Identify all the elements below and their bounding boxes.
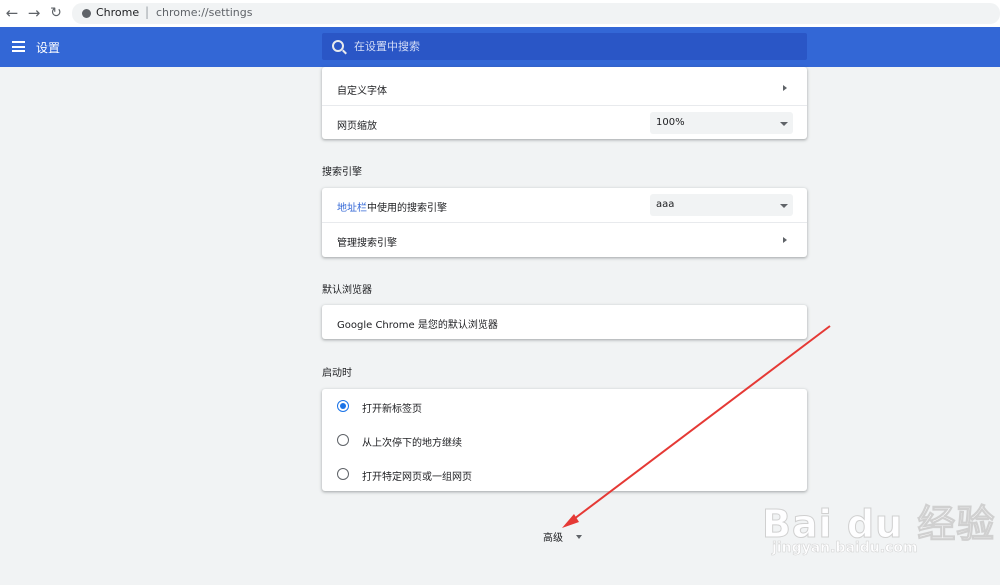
back-arrow-icon[interactable]: ← <box>3 4 21 22</box>
url-separator: | <box>145 5 150 19</box>
startup-option-continue[interactable]: 从上次停下的地方继续 <box>322 423 807 457</box>
address-bar[interactable]: Chrome | chrome://settings <box>72 3 1000 24</box>
dropdown-caret-icon <box>780 122 788 126</box>
appearance-card: 自定义字体 网页缩放 100% <box>322 67 807 139</box>
custom-fonts-label: 自定义字体 <box>337 86 387 97</box>
startup-option-specific-pages[interactable]: 打开特定网页或一组网页 <box>322 457 807 491</box>
page-zoom-row: 网页缩放 100% <box>322 105 807 140</box>
reload-icon[interactable]: ↻ <box>47 4 65 22</box>
default-browser-card: Google Chrome 是您的默认浏览器 <box>322 305 807 339</box>
manage-search-engines-row[interactable]: 管理搜索引擎 <box>322 222 807 258</box>
radio-unchecked-icon[interactable] <box>337 434 349 446</box>
browser-toolbar: ← → ↻ Chrome | chrome://settings <box>0 0 1000 28</box>
address-bar-link[interactable]: 地址栏 <box>337 203 367 214</box>
hamburger-menu-icon[interactable] <box>12 41 25 52</box>
expand-caret-icon[interactable] <box>576 535 582 539</box>
site-label: Chrome <box>96 6 140 19</box>
dropdown-caret-icon <box>780 204 788 208</box>
settings-header: 设置 <box>0 27 1000 67</box>
search-engine-card: 地址栏中使用的搜索引擎 aaa 管理搜索引擎 <box>322 188 807 257</box>
custom-fonts-row[interactable]: 自定义字体 <box>322 70 807 106</box>
search-input[interactable] <box>354 37 794 55</box>
manage-search-engines-label: 管理搜索引擎 <box>337 238 397 249</box>
search-engine-label-text: 中使用的搜索引擎 <box>367 203 447 214</box>
default-browser-section-title: 默认浏览器 <box>322 285 372 296</box>
search-engine-section-title: 搜索引擎 <box>322 167 362 178</box>
url-text[interactable]: chrome://settings <box>156 6 253 19</box>
settings-search-box[interactable] <box>322 33 807 60</box>
advanced-button[interactable]: 高级 <box>543 529 563 544</box>
chevron-right-icon <box>783 237 787 243</box>
search-engine-select[interactable]: aaa <box>650 194 793 216</box>
startup-option-label: 打开特定网页或一组网页 <box>362 472 472 483</box>
search-engine-label: 地址栏中使用的搜索引擎 <box>337 199 447 214</box>
watermark-url: jingyan.baidu.com <box>772 540 918 557</box>
chevron-right-icon <box>783 85 787 91</box>
page-zoom-select[interactable]: 100% <box>650 112 793 134</box>
default-browser-status: Google Chrome 是您的默认浏览器 <box>337 320 498 331</box>
on-startup-section-title: 启动时 <box>322 368 352 379</box>
page-zoom-label: 网页缩放 <box>337 121 377 132</box>
page-title: 设置 <box>36 41 61 55</box>
search-icon <box>332 40 344 52</box>
search-engine-value: aaa <box>656 199 675 210</box>
startup-option-new-tab[interactable]: 打开新标签页 <box>322 389 807 423</box>
on-startup-card: 打开新标签页 从上次停下的地方继续 打开特定网页或一组网页 <box>322 389 807 491</box>
radio-checked-icon[interactable] <box>337 400 349 412</box>
search-engine-row: 地址栏中使用的搜索引擎 aaa <box>322 188 807 222</box>
forward-arrow-icon[interactable]: → <box>25 4 43 22</box>
annotation-arrow-head <box>562 514 579 528</box>
startup-option-label: 打开新标签页 <box>362 404 422 415</box>
site-info-icon[interactable] <box>82 9 91 18</box>
page-zoom-value: 100% <box>656 117 685 128</box>
radio-unchecked-icon[interactable] <box>337 468 349 480</box>
startup-option-label: 从上次停下的地方继续 <box>362 438 462 449</box>
